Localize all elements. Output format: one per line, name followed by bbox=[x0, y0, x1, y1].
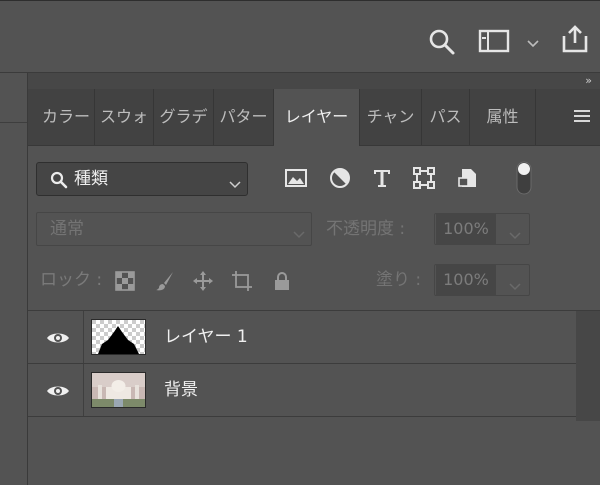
eye-icon[interactable] bbox=[46, 383, 70, 397]
chevron-down-icon[interactable] bbox=[526, 34, 540, 48]
layer-name[interactable]: レイヤー 1 bbox=[164, 311, 248, 363]
tab-layers[interactable]: レイヤー bbox=[274, 89, 360, 146]
visibility-cell[interactable] bbox=[28, 311, 84, 363]
app-top-bar bbox=[0, 0, 600, 73]
tab-swatches[interactable]: スウォ bbox=[95, 89, 154, 145]
layer-row-background[interactable]: 背景 bbox=[28, 364, 576, 417]
chevron-down-icon bbox=[509, 277, 521, 291]
lock-paint-icon[interactable] bbox=[154, 270, 176, 292]
blend-mode-value: 通常 bbox=[50, 219, 84, 239]
panel-collapse-bar[interactable] bbox=[28, 73, 600, 89]
tab-gradients[interactable]: グラデ bbox=[154, 89, 214, 145]
tab-channels[interactable]: チャン bbox=[360, 89, 422, 145]
shape-filter-icon[interactable] bbox=[412, 166, 436, 190]
search-icon[interactable] bbox=[428, 28, 456, 56]
background-thumbnail[interactable] bbox=[91, 372, 146, 408]
hamburger-icon[interactable] bbox=[572, 104, 592, 128]
left-strip-divider bbox=[0, 122, 27, 123]
layers-scrollbar[interactable] bbox=[576, 311, 600, 421]
eye-icon[interactable] bbox=[46, 330, 70, 344]
tab-properties[interactable]: 属性 bbox=[470, 89, 536, 145]
visibility-cell[interactable] bbox=[28, 364, 84, 416]
layer-row-layer-1[interactable]: レイヤー 1 bbox=[28, 311, 576, 364]
layers-empty-area bbox=[28, 421, 600, 485]
chevron-down-icon bbox=[229, 175, 241, 189]
filter-kind-label: 種類 bbox=[74, 169, 108, 189]
chevron-down-icon bbox=[293, 225, 305, 239]
image-filter-icon[interactable] bbox=[284, 166, 308, 190]
smart-object-filter-icon[interactable] bbox=[456, 166, 480, 190]
layer-thumbnail[interactable] bbox=[91, 319, 146, 355]
chevron-down-icon bbox=[509, 226, 521, 240]
collapse-icon[interactable]: » bbox=[585, 73, 592, 89]
opacity-value[interactable]: 100% bbox=[436, 214, 496, 244]
tab-patterns[interactable]: パター bbox=[214, 89, 274, 145]
type-filter-icon[interactable] bbox=[370, 166, 394, 190]
lock-label: ロック : bbox=[40, 270, 103, 290]
lock-position-icon[interactable] bbox=[192, 270, 214, 292]
lock-all-icon[interactable] bbox=[271, 270, 293, 292]
left-dock-strip bbox=[0, 73, 28, 485]
lock-transparent-icon[interactable] bbox=[114, 270, 136, 292]
layer-name[interactable]: 背景 bbox=[164, 364, 198, 416]
tab-paths[interactable]: パス bbox=[422, 89, 470, 145]
artboard-lock-icon[interactable] bbox=[231, 270, 253, 292]
filter-toggle-switch[interactable] bbox=[515, 160, 533, 196]
opacity-label: 不透明度 : bbox=[326, 219, 406, 239]
layer-filter-select[interactable] bbox=[36, 162, 248, 196]
adjustment-filter-icon[interactable] bbox=[328, 166, 352, 190]
fill-label: 塗り : bbox=[376, 270, 422, 290]
tab-color[interactable]: カラー bbox=[38, 89, 95, 145]
fill-value[interactable]: 100% bbox=[436, 265, 496, 295]
share-icon[interactable] bbox=[560, 24, 590, 54]
workspace-icon[interactable] bbox=[478, 28, 510, 54]
search-icon bbox=[50, 171, 68, 189]
